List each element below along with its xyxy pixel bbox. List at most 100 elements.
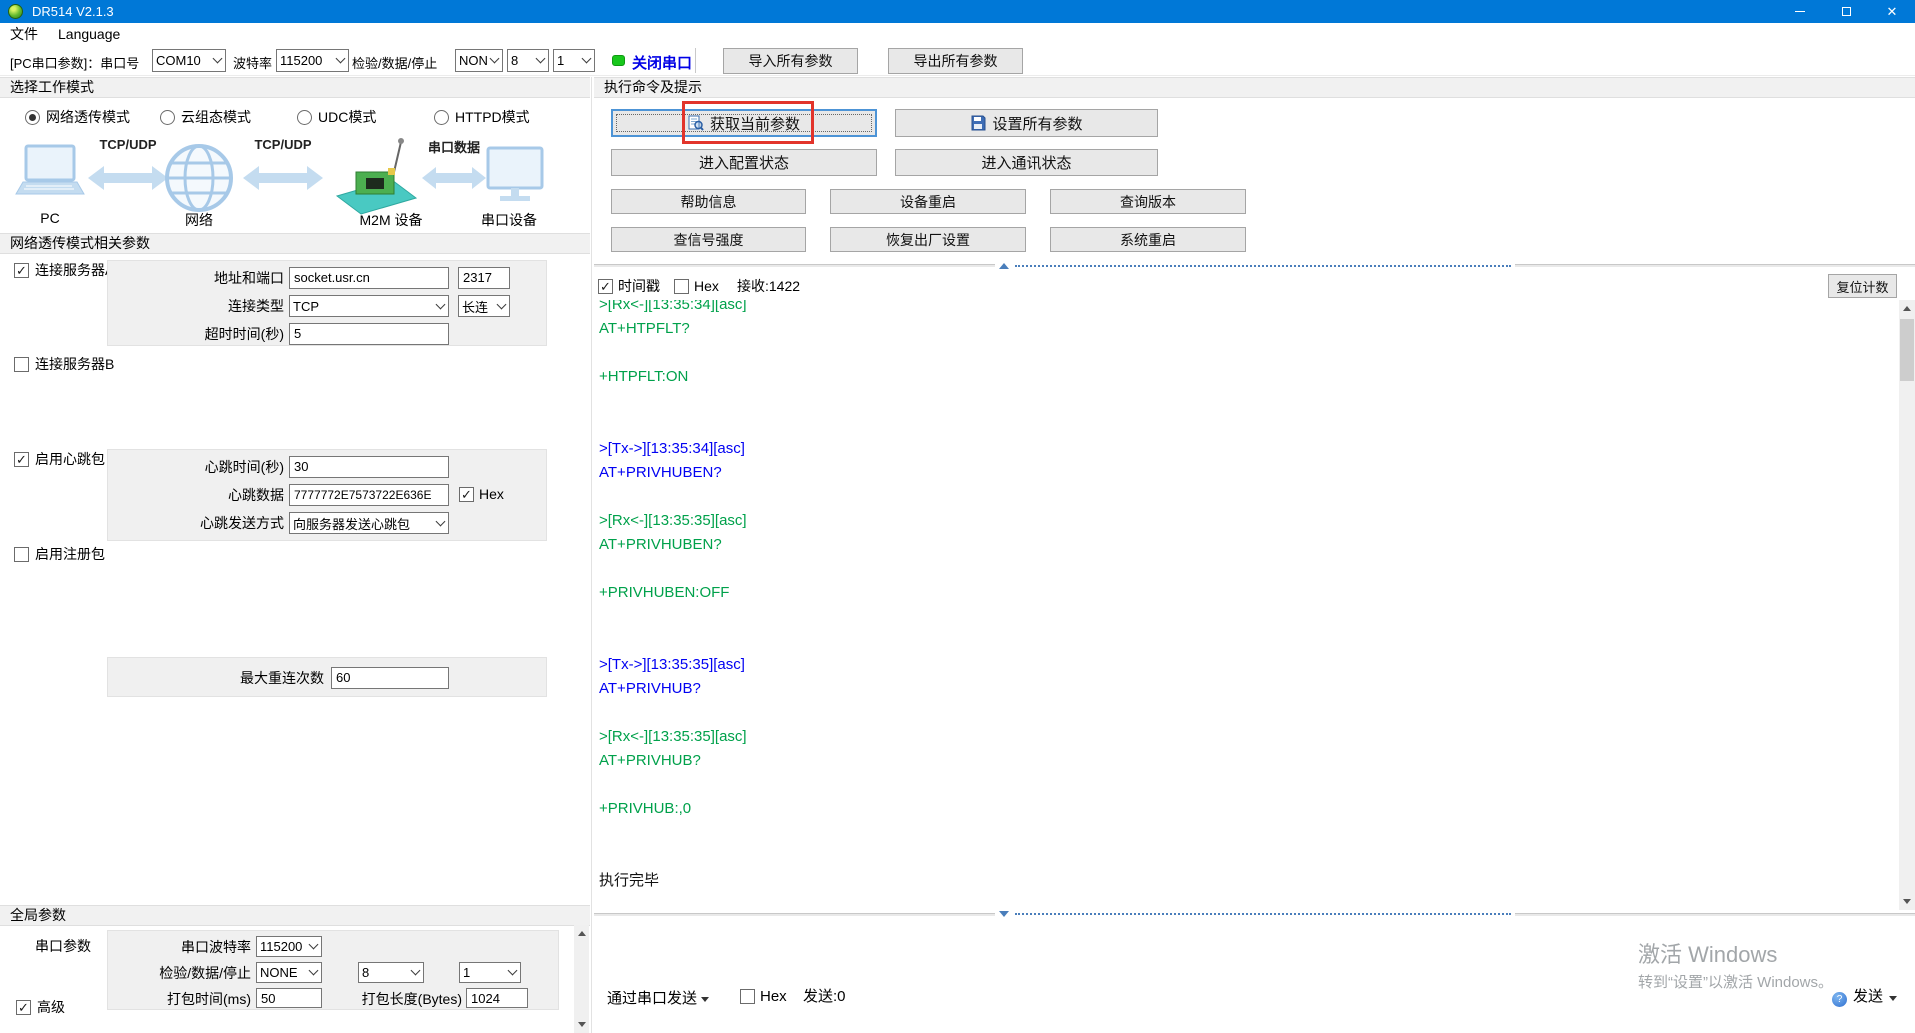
set-params-button[interactable]: 设置所有参数: [895, 109, 1158, 137]
serial-toolbar: [PC串口参数]：串口号 COM10 波特率 115200 检验/数据/停止 N…: [0, 45, 1915, 76]
stopbits-select[interactable]: 1: [553, 49, 595, 72]
databits-select[interactable]: 8: [507, 49, 549, 72]
left-scrollbar[interactable]: [574, 925, 589, 1033]
network-globe-icon: [165, 144, 233, 212]
server-a-checkbox[interactable]: [14, 263, 29, 278]
g-parity-select[interactable]: NONE: [256, 962, 322, 983]
radio-cloud-scada[interactable]: [160, 110, 175, 125]
global-serial-box: 串口波特率 115200 检验/数据/停止 NONE 8 1 打包时间(ms) …: [107, 930, 559, 1010]
network-label: 网络: [185, 212, 213, 228]
server-a-label: 连接服务器A: [35, 262, 115, 278]
hb-data-input[interactable]: 7777772E7573722E636E: [289, 484, 449, 506]
sent-count: 发送:0: [803, 988, 846, 1005]
m2m-label: M2M 设备: [359, 212, 423, 228]
scroll-down-icon[interactable]: [1899, 893, 1915, 910]
baud-select[interactable]: 115200: [276, 49, 349, 72]
conn-type-select[interactable]: TCP: [289, 295, 449, 317]
export-params-button[interactable]: 导出所有参数: [888, 48, 1023, 74]
pack-time-label: 打包时间(ms): [167, 991, 251, 1007]
register-label: 启用注册包: [35, 546, 105, 562]
register-checkbox[interactable]: [14, 547, 29, 562]
server-addr-input[interactable]: socket.usr.cn: [289, 267, 449, 289]
g-stopbits-select[interactable]: 1: [459, 962, 521, 983]
close-port-button[interactable]: 关闭串口: [632, 52, 692, 73]
help-button[interactable]: 帮助信息: [611, 189, 806, 214]
heartbeat-checkbox[interactable]: [14, 452, 29, 467]
pc-laptop-icon: [15, 144, 85, 195]
serial-params-label: 串口参数: [35, 938, 91, 954]
server-b-checkbox[interactable]: [14, 357, 29, 372]
enter-comm-button[interactable]: 进入通讯状态: [895, 149, 1158, 176]
chevron-down-icon: [507, 965, 518, 976]
reconnect-label: 最大重连次数: [240, 670, 324, 686]
timestamp-checkbox[interactable]: [598, 279, 613, 294]
hb-hex-checkbox[interactable]: [459, 487, 474, 502]
timestamp-label: 时间戳: [618, 278, 660, 294]
minimize-button[interactable]: [1777, 0, 1823, 23]
import-params-button[interactable]: 导入所有参数: [723, 48, 858, 74]
menu-file[interactable]: 文件: [0, 24, 48, 44]
query-version-button[interactable]: 查询版本: [1050, 189, 1246, 214]
log-output[interactable]: >[Rx<-][13:35:34][asc] AT+HTPFLT? +HTPFLT…: [594, 300, 1899, 910]
send-via-select[interactable]: 通过串口发送: [607, 990, 697, 1007]
chevron-down-icon[interactable]: [1889, 996, 1897, 1001]
advanced-checkbox[interactable]: [16, 1000, 31, 1015]
pack-time-input[interactable]: 50: [256, 988, 322, 1008]
reconnect-input[interactable]: 60: [331, 667, 449, 689]
radio-httpd[interactable]: [434, 110, 449, 125]
server-a-box: 地址和端口 socket.usr.cn 2317 连接类型 TCP 长连 超时时…: [107, 260, 547, 346]
addr-port-label: 地址和端口: [214, 270, 284, 286]
chevron-down-icon: [435, 299, 446, 309]
log-hex-checkbox[interactable]: [674, 279, 689, 294]
scroll-down-icon[interactable]: [574, 1016, 589, 1033]
chevron-down-icon: [581, 53, 592, 64]
scroll-up-icon[interactable]: [574, 925, 589, 942]
link1-label: TCP/UDP: [99, 137, 157, 152]
log-scrollbar[interactable]: [1899, 300, 1915, 910]
radio-net-transparent[interactable]: [25, 110, 40, 125]
keepalive-select[interactable]: 长连: [458, 295, 510, 317]
minimize-icon: [1795, 11, 1805, 12]
hb-data-label: 心跳数据: [228, 487, 284, 503]
system-reboot-button[interactable]: 系统重启: [1050, 227, 1246, 252]
send-button[interactable]: 发送: [1853, 988, 1883, 1005]
factory-reset-button[interactable]: 恢复出厂设置: [830, 227, 1026, 252]
menu-language[interactable]: Language: [48, 26, 130, 42]
app-window: DR514 V2.1.3 ✕ 文件 Language [PC串口参数]：串口号 …: [0, 0, 1915, 1033]
g-baud-select[interactable]: 115200: [256, 936, 322, 957]
send-helper-icon[interactable]: ?: [1832, 992, 1847, 1007]
hb-mode-label: 心跳发送方式: [200, 515, 284, 531]
maximize-button[interactable]: [1823, 0, 1869, 23]
enter-config-button[interactable]: 进入配置状态: [611, 149, 877, 176]
conn-type-label: 连接类型: [228, 298, 284, 314]
timeout-input[interactable]: 5: [289, 323, 449, 345]
collapse-down-handle[interactable]: [995, 909, 1515, 918]
log-line: >[Tx->][13:35:35][asc]: [599, 656, 745, 673]
hb-mode-select[interactable]: 向服务器发送心跳包: [289, 512, 449, 534]
g-databits-select[interactable]: 8: [358, 962, 424, 983]
hb-hex-label: Hex: [479, 486, 504, 502]
server-port-input[interactable]: 2317: [458, 267, 510, 289]
signal-strength-button[interactable]: 查信号强度: [611, 227, 806, 252]
chevron-down-icon: [489, 53, 500, 64]
set-params-label: 设置所有参数: [992, 115, 1083, 133]
parity-select[interactable]: NONI: [455, 49, 503, 72]
collapse-up-handle[interactable]: [995, 261, 1515, 270]
pack-len-input[interactable]: 1024: [466, 988, 528, 1008]
maximize-icon: [1841, 7, 1851, 16]
hb-time-input[interactable]: 30: [289, 456, 449, 478]
toolbar-separator: [695, 48, 696, 73]
chevron-down-icon[interactable]: [701, 997, 709, 1002]
reset-count-button[interactable]: 复位计数: [1828, 274, 1897, 298]
com-port-select[interactable]: COM10: [152, 49, 226, 72]
radio-udc[interactable]: [297, 110, 312, 125]
scrollbar-thumb[interactable]: [1900, 319, 1914, 381]
send-hex-checkbox[interactable]: [740, 989, 755, 1004]
device-reboot-button[interactable]: 设备重启: [830, 189, 1026, 214]
link3-label: 串口数据: [427, 140, 480, 155]
serial-device-icon: [486, 146, 544, 201]
close-button[interactable]: ✕: [1869, 0, 1915, 23]
scroll-up-icon[interactable]: [1899, 300, 1915, 317]
